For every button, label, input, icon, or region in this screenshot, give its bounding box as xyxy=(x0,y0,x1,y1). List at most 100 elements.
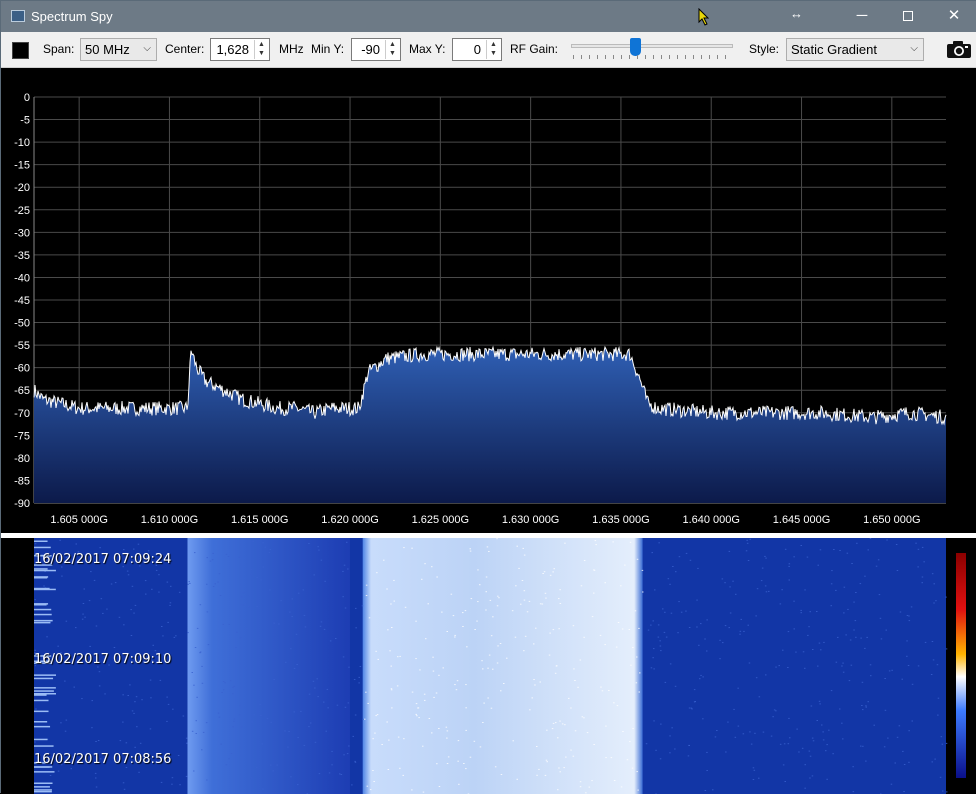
waterfall-speckle xyxy=(196,733,198,734)
title-bar[interactable]: Spectrum Spy ↔ ─ ✕ xyxy=(1,1,976,32)
waterfall-speckle xyxy=(535,628,537,629)
waterfall-speckle xyxy=(319,773,321,774)
waterfall-speckle xyxy=(771,736,773,737)
max-y-stepper[interactable]: 0 ▲▼ xyxy=(452,38,502,61)
waterfall-display[interactable]: 16/02/2017 07:09:24 16/02/2017 07:09:10 … xyxy=(1,538,976,794)
waterfall-speckle xyxy=(864,648,866,649)
stepper-arrows-icon[interactable]: ▲▼ xyxy=(385,40,399,59)
waterfall-speckle xyxy=(706,619,708,620)
waterfall-speckle xyxy=(441,612,443,613)
waterfall-speckle xyxy=(819,703,821,704)
waterfall-speckle xyxy=(433,671,435,672)
waterfall-speckle xyxy=(549,633,551,634)
color-swatch[interactable] xyxy=(12,42,29,59)
waterfall-speckle xyxy=(801,545,803,546)
waterfall-speckle xyxy=(604,644,606,645)
waterfall-speckle xyxy=(233,721,235,722)
style-dropdown[interactable]: Static Gradient ⌵ xyxy=(786,38,924,61)
waterfall-speckle xyxy=(318,550,320,551)
waterfall-speckle xyxy=(344,565,346,566)
waterfall-speckle xyxy=(553,723,555,724)
waterfall-speckle xyxy=(183,716,185,717)
waterfall-speckle xyxy=(223,681,225,682)
waterfall-speckle xyxy=(150,697,152,698)
waterfall-speckle xyxy=(187,632,189,633)
waterfall-speckle xyxy=(94,580,96,581)
waterfall-speckle xyxy=(424,563,426,564)
waterfall-speckle xyxy=(674,749,676,750)
waterfall-speckle xyxy=(127,571,128,572)
spectrum-chart[interactable]: 0-5-10-15-20-25-30-35-40-45-50-55-60-65-… xyxy=(1,68,976,536)
waterfall-speckle xyxy=(386,589,388,590)
waterfall-speckle xyxy=(740,631,742,632)
waterfall-speckle xyxy=(197,628,199,629)
waterfall-speckle xyxy=(658,624,660,625)
waterfall-speckle xyxy=(690,560,692,561)
waterfall-speckle xyxy=(492,669,494,670)
waterfall-speckle xyxy=(559,721,561,722)
waterfall-speckle xyxy=(412,692,414,693)
maximize-button[interactable] xyxy=(885,1,931,32)
waterfall-speckle xyxy=(810,756,812,757)
waterfall-speckle xyxy=(208,644,210,645)
waterfall-speckle xyxy=(289,612,291,613)
center-stepper[interactable]: 1,628 ▲▼ xyxy=(210,38,270,61)
waterfall-speckle xyxy=(355,762,357,763)
waterfall-speckle xyxy=(636,657,638,658)
waterfall-speckle xyxy=(405,607,407,608)
waterfall-speckle xyxy=(780,744,782,745)
waterfall-speckle xyxy=(696,600,698,601)
span-dropdown[interactable]: 50 MHz ⌵ xyxy=(80,38,157,61)
waterfall-edge-mark xyxy=(34,721,47,723)
waterfall-speckle xyxy=(250,574,252,575)
waterfall-speckle xyxy=(632,728,634,729)
waterfall-speckle xyxy=(447,730,449,731)
waterfall-speckle xyxy=(555,722,557,723)
waterfall-speckle xyxy=(852,766,854,767)
waterfall-speckle xyxy=(411,789,413,790)
waterfall-speckle xyxy=(269,552,271,553)
camera-icon[interactable] xyxy=(946,39,972,59)
waterfall-speckle xyxy=(273,679,275,680)
waterfall-speckle xyxy=(593,569,595,570)
waterfall-speckle xyxy=(111,584,113,585)
waterfall-speckle xyxy=(304,615,306,616)
waterfall-speckle xyxy=(749,731,751,732)
y-tick-label: -65 xyxy=(14,385,30,397)
waterfall-speckle xyxy=(908,616,910,617)
waterfall-speckle xyxy=(837,637,839,638)
waterfall-speckle xyxy=(810,611,812,612)
close-button[interactable]: ✕ xyxy=(931,1,976,32)
rf-gain-slider[interactable] xyxy=(571,38,733,62)
waterfall-speckle xyxy=(206,722,208,723)
waterfall-speckle xyxy=(305,626,307,627)
waterfall-speckle xyxy=(855,620,857,621)
waterfall-speckle xyxy=(552,571,554,572)
waterfall-speckle xyxy=(897,570,899,571)
waterfall-speckle xyxy=(212,559,214,560)
waterfall-speckle xyxy=(422,746,424,747)
waterfall-speckle xyxy=(940,777,942,778)
waterfall-speckle xyxy=(83,603,85,604)
waterfall-edge-mark xyxy=(34,576,48,578)
waterfall-speckle xyxy=(602,690,604,691)
waterfall-edge-mark xyxy=(34,700,49,702)
slider-thumb[interactable] xyxy=(630,38,641,56)
waterfall-speckle xyxy=(779,665,781,666)
waterfall-speckle xyxy=(375,715,377,716)
waterfall-speckle xyxy=(497,605,499,606)
waterfall-speckle xyxy=(236,632,238,633)
waterfall-speckle xyxy=(172,709,174,710)
waterfall-speckle xyxy=(856,543,858,544)
min-y-stepper[interactable]: -90 ▲▼ xyxy=(351,38,401,61)
waterfall-speckle xyxy=(419,669,421,670)
waterfall-speckle xyxy=(725,752,727,753)
waterfall-speckle xyxy=(533,679,535,680)
minimize-button[interactable]: ─ xyxy=(839,1,885,32)
waterfall-speckle xyxy=(886,630,888,631)
waterfall-speckle xyxy=(611,757,613,758)
waterfall-speckle xyxy=(908,730,910,731)
stepper-arrows-icon[interactable]: ▲▼ xyxy=(486,40,500,59)
stepper-arrows-icon[interactable]: ▲▼ xyxy=(254,40,268,59)
waterfall-speckle xyxy=(889,670,891,671)
